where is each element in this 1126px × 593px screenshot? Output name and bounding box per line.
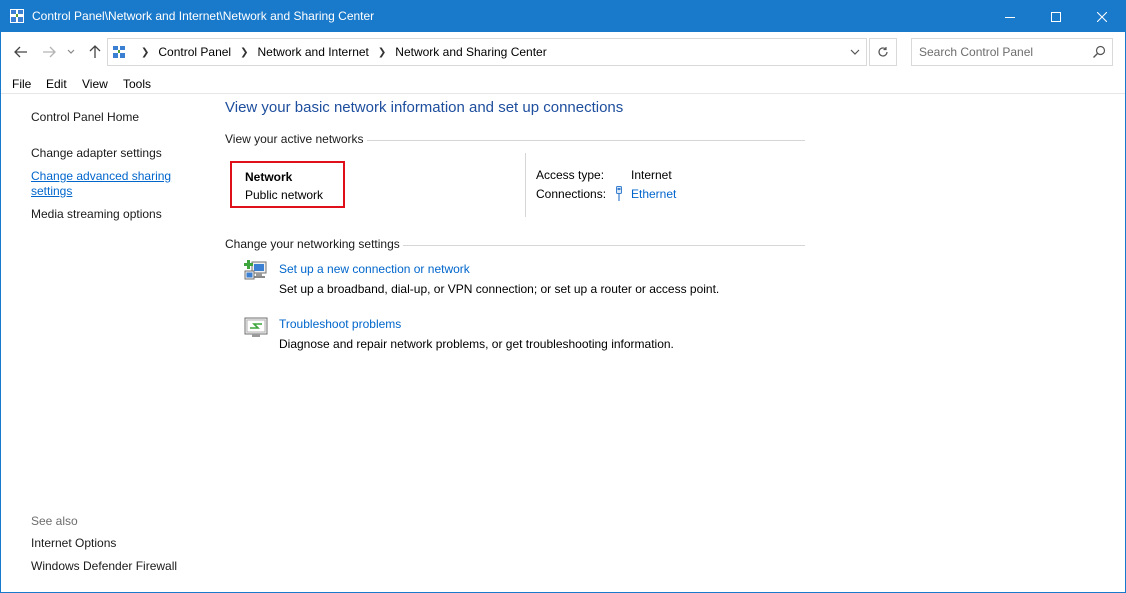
- troubleshoot-icon: [244, 317, 268, 337]
- new-connection-icon: [244, 260, 267, 280]
- change-advanced-sharing-settings-link[interactable]: Change advanced sharing settings: [31, 169, 181, 199]
- menu-file[interactable]: File: [12, 77, 31, 91]
- breadcrumb-separator-icon[interactable]: ❯: [240, 47, 248, 58]
- breadcrumb-network-and-sharing-center[interactable]: Network and Sharing Center: [395, 45, 546, 59]
- connections-label: Connections:: [536, 187, 607, 201]
- network-type-link[interactable]: Public network: [245, 188, 323, 202]
- search-icon[interactable]: [1092, 45, 1106, 59]
- recent-locations-button[interactable]: [64, 42, 78, 62]
- minimize-icon: [1005, 16, 1015, 18]
- section-divider: [403, 245, 805, 246]
- control-panel-icon: [10, 9, 24, 23]
- breadcrumb: ❯ Control Panel ❯ Network and Internet ❯…: [132, 39, 547, 65]
- control-panel-icon: [113, 46, 125, 58]
- address-history-button[interactable]: [843, 39, 867, 65]
- network-sharing-center-window: Control Panel\Network and Internet\Netwo…: [0, 0, 1126, 593]
- see-also-label: See also: [31, 514, 78, 528]
- address-bar[interactable]: ❯ Control Panel ❯ Network and Internet ❯…: [107, 38, 867, 66]
- setup-new-connection-description: Set up a broadband, dial-up, or VPN conn…: [279, 282, 720, 296]
- minimize-button[interactable]: [987, 1, 1033, 32]
- breadcrumb-network-and-internet[interactable]: Network and Internet: [258, 45, 369, 59]
- network-details-divider: [525, 153, 526, 217]
- network-name: Network: [245, 170, 293, 184]
- close-icon: [1097, 11, 1107, 22]
- refresh-button[interactable]: [869, 38, 897, 66]
- navigation-bar: ❯ Control Panel ❯ Network and Internet ❯…: [1, 32, 1125, 72]
- networking-settings-heading: Change your networking settings: [225, 237, 400, 251]
- search-box[interactable]: [911, 38, 1113, 66]
- active-network-card: Network Public network: [230, 161, 345, 208]
- forward-button[interactable]: [39, 42, 59, 62]
- active-networks-heading: View your active networks: [225, 132, 364, 146]
- menu-bar: File Edit View Tools: [1, 72, 1125, 94]
- access-type-label: Access type:: [536, 168, 605, 182]
- main-content: View your basic network information and …: [225, 95, 1105, 592]
- troubleshoot-problems-link[interactable]: Troubleshoot problems: [279, 317, 401, 331]
- internet-options-link[interactable]: Internet Options: [31, 536, 116, 551]
- setup-new-connection-link[interactable]: Set up a new connection or network: [279, 262, 470, 276]
- media-streaming-options-link[interactable]: Media streaming options: [31, 207, 162, 222]
- arrow-up-icon: [89, 45, 101, 58]
- arrow-left-icon: [14, 46, 27, 58]
- close-button[interactable]: [1079, 1, 1125, 32]
- chevron-down-icon: [850, 49, 860, 55]
- back-button[interactable]: [11, 42, 31, 62]
- arrow-right-icon: [43, 46, 56, 58]
- breadcrumb-separator-icon[interactable]: ❯: [141, 47, 149, 58]
- left-pane: Control Panel Home Change adapter settin…: [1, 95, 206, 592]
- refresh-icon: [878, 47, 888, 57]
- up-button[interactable]: [85, 42, 105, 62]
- page-title: View your basic network information and …: [225, 99, 624, 116]
- access-type-value: Internet: [631, 168, 672, 182]
- window-title: Control Panel\Network and Internet\Netwo…: [32, 9, 375, 23]
- control-panel-home-link[interactable]: Control Panel Home: [31, 110, 139, 125]
- troubleshoot-problems-description: Diagnose and repair network problems, or…: [279, 337, 674, 351]
- title-bar[interactable]: Control Panel\Network and Internet\Netwo…: [1, 1, 1125, 32]
- maximize-button[interactable]: [1033, 1, 1079, 32]
- menu-view[interactable]: View: [82, 77, 108, 91]
- menu-edit[interactable]: Edit: [46, 77, 67, 91]
- menu-tools[interactable]: Tools: [123, 77, 151, 91]
- ethernet-link[interactable]: Ethernet: [631, 187, 676, 201]
- change-adapter-settings-link[interactable]: Change adapter settings: [31, 146, 162, 161]
- chevron-down-icon: [67, 49, 75, 54]
- maximize-icon: [1051, 11, 1061, 22]
- breadcrumb-control-panel[interactable]: Control Panel: [158, 45, 231, 59]
- section-divider: [367, 140, 805, 141]
- windows-defender-firewall-link[interactable]: Windows Defender Firewall: [31, 559, 177, 574]
- breadcrumb-separator-icon[interactable]: ❯: [378, 47, 386, 58]
- ethernet-icon: [616, 186, 622, 201]
- search-input[interactable]: [919, 44, 1087, 60]
